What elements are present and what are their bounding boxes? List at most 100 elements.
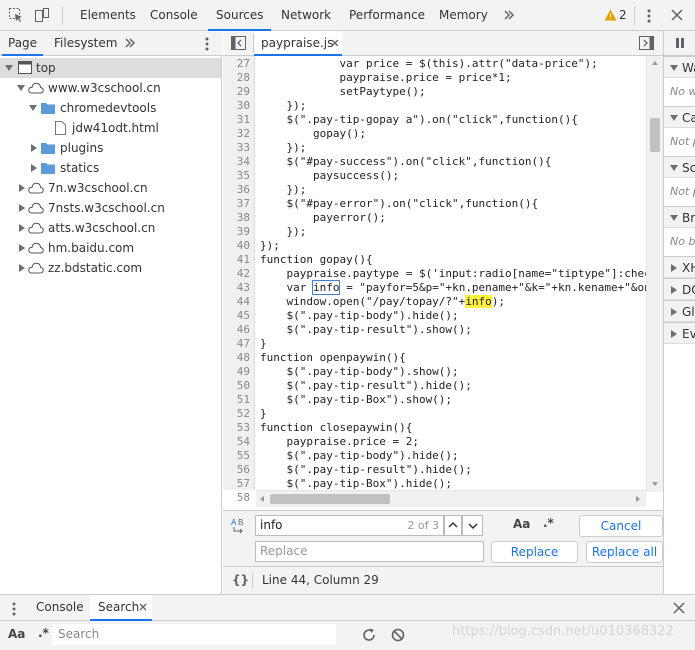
code-line[interactable]: $(".pay-tip-result").show(); [260, 323, 471, 337]
drawer-tab-search[interactable]: Search [90, 595, 152, 621]
line-number[interactable]: 51 [220, 393, 250, 407]
code-line[interactable]: payerror(); [260, 211, 386, 225]
line-number[interactable]: 40 [220, 239, 250, 253]
drawer-tab-console[interactable]: Console [36, 595, 84, 620]
section-call-stack[interactable]: Call Stack [664, 106, 695, 128]
code-line[interactable]: $(".pay-tip-body").hide(); [260, 449, 458, 463]
line-number[interactable]: 57 [220, 477, 250, 491]
match-case-toggle[interactable]: Aa [513, 517, 530, 531]
section-global-listeners[interactable]: Global Listeners [664, 300, 695, 322]
line-number[interactable]: 28 [220, 71, 250, 85]
scroll-right-icon[interactable] [636, 496, 640, 502]
code-line[interactable]: $(".pay-tip-Box").show(); [260, 393, 452, 407]
kebab-menu-icon[interactable] [204, 36, 210, 52]
code-line[interactable]: $(".pay-tip-gopay a").on("click",functio… [260, 113, 577, 127]
code-line[interactable]: $("#pay-error").on("click",function(){ [260, 197, 538, 211]
line-number[interactable]: 58 [220, 491, 250, 505]
code-line[interactable]: $("#pay-success").on("click",function(){ [260, 155, 551, 169]
find-previous-button[interactable] [444, 515, 462, 536]
tree-item-top[interactable]: top [0, 58, 221, 78]
tree-item-domain[interactable]: hm.baidu.com [0, 238, 221, 258]
close-icon[interactable] [671, 9, 683, 21]
line-number[interactable]: 43 [220, 281, 250, 295]
code-line[interactable]: gopay(); [260, 127, 366, 141]
warning-count[interactable]: 2 [619, 0, 627, 31]
collapse-arrow-icon[interactable] [19, 184, 25, 192]
more-tabs-icon[interactable] [503, 9, 515, 21]
tab-sources[interactable]: Sources [208, 0, 272, 31]
line-number-gutter[interactable]: 27 28 29 30 31 32 33 34 35 36 37 38 39 40 41 42 43 44 45 46… [220, 56, 255, 504]
line-number[interactable]: 34 [220, 155, 250, 169]
line-number[interactable]: 48 [220, 351, 250, 365]
close-drawer-icon[interactable] [673, 602, 685, 614]
line-number[interactable]: 56 [220, 463, 250, 477]
kebab-menu-icon[interactable] [646, 8, 652, 24]
close-tab-icon[interactable] [139, 603, 147, 611]
search-input[interactable]: Search [52, 624, 336, 645]
tree-item-domain[interactable]: atts.w3cschool.cn [0, 218, 221, 238]
tree-item-domain[interactable]: 7nsts.w3cschool.cn [0, 198, 221, 218]
code-line[interactable]: $(".pay-tip-body").hide(); [260, 309, 458, 323]
line-number[interactable]: 53 [220, 421, 250, 435]
section-xhr-breakpoints[interactable]: XHR/fetch Breakpoints [664, 256, 695, 278]
code-line[interactable]: paysuccess(); [260, 169, 399, 183]
code-line[interactable]: }); [260, 141, 306, 155]
line-number[interactable]: 41 [220, 253, 250, 267]
code-line[interactable]: $(".pay-tip-result").hide(); [260, 379, 471, 393]
tab-memory[interactable]: Memory [439, 0, 488, 31]
find-input[interactable]: info 2 of 3 [255, 515, 444, 536]
line-number[interactable]: 55 [220, 449, 250, 463]
section-watch[interactable]: Watch [664, 56, 695, 78]
tree-item-file[interactable]: jdw41odt.html [0, 118, 221, 138]
code-line[interactable]: }); [260, 99, 306, 113]
line-number[interactable]: 36 [220, 183, 250, 197]
regex-toggle[interactable]: .* [543, 516, 554, 530]
expand-arrow-icon[interactable] [29, 105, 37, 111]
tree-item-domain[interactable]: 7n.w3cschool.cn [0, 178, 221, 198]
line-number[interactable]: 37 [220, 197, 250, 211]
line-number[interactable]: 44 [220, 295, 250, 309]
code-line[interactable]: $(".pay-tip-result").hide(); [260, 463, 471, 477]
line-number[interactable]: 38 [220, 211, 250, 225]
expand-arrow-icon[interactable] [5, 65, 13, 71]
code-line[interactable]: var price = $(this).attr("data-price"); [260, 57, 597, 71]
collapse-arrow-icon[interactable] [31, 144, 37, 152]
line-number[interactable]: 54 [220, 435, 250, 449]
code-line[interactable]: paypraise.price = 2; [260, 435, 418, 449]
line-number[interactable]: 49 [220, 365, 250, 379]
replace-all-button[interactable]: Replace all [586, 541, 663, 563]
clear-icon[interactable] [391, 628, 405, 642]
match-case-toggle[interactable]: Aa [8, 627, 25, 641]
scroll-up-icon[interactable] [652, 61, 658, 65]
more-tabs-icon[interactable] [124, 37, 136, 49]
device-toolbar-icon[interactable] [34, 7, 50, 23]
pause-icon[interactable] [674, 37, 686, 49]
code-line[interactable]: function openpaywin(){ [260, 351, 406, 365]
horizontal-scrollbar[interactable] [256, 490, 646, 507]
collapse-arrow-icon[interactable] [19, 204, 25, 212]
cancel-button[interactable]: Cancel [579, 515, 663, 537]
code-line[interactable]: }); [260, 225, 306, 239]
scroll-down-icon[interactable] [652, 482, 658, 486]
collapse-arrow-icon[interactable] [19, 224, 25, 232]
scrollbar-thumb[interactable] [270, 494, 390, 504]
code-line[interactable]: paypraise.paytype = $('input:radio[name=… [260, 267, 646, 281]
line-number[interactable]: 50 [220, 379, 250, 393]
line-number[interactable]: 27 [220, 57, 250, 71]
code-line[interactable]: function gopay(){ [260, 253, 373, 267]
code-editor[interactable]: var price = $(this).attr("data-price"); … [256, 56, 646, 490]
code-line[interactable]: setPaytype(); [260, 85, 425, 99]
warning-icon[interactable] [604, 9, 617, 21]
tab-elements[interactable]: Elements [80, 0, 136, 31]
code-line[interactable]: $(".pay-tip-Box").hide(); [260, 477, 452, 490]
section-breakpoints[interactable]: Breakpoints [664, 206, 695, 228]
vertical-scrollbar[interactable] [646, 56, 663, 492]
line-number[interactable]: 39 [220, 225, 250, 239]
line-number[interactable]: 33 [220, 141, 250, 155]
pretty-print-button[interactable]: {} [232, 567, 249, 593]
code-line[interactable]: }); [260, 183, 306, 197]
tree-item-folder[interactable]: plugins [0, 138, 221, 158]
drawer-menu-icon[interactable] [11, 601, 17, 617]
tab-console[interactable]: Console [150, 0, 198, 31]
collapse-arrow-icon[interactable] [31, 164, 37, 172]
